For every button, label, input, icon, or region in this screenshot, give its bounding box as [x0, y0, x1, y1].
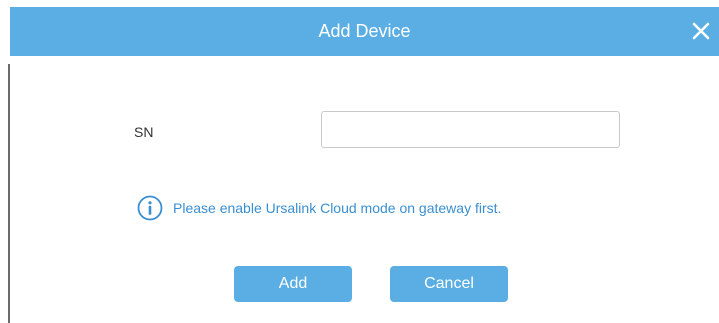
dialog-titlebar: Add Device — [10, 7, 719, 56]
close-icon — [692, 22, 710, 40]
cancel-button[interactable]: Cancel — [390, 266, 508, 302]
add-button[interactable]: Add — [234, 266, 352, 302]
hint-message: Please enable Ursalink Cloud mode on gat… — [137, 195, 501, 221]
sn-input[interactable] — [321, 111, 620, 148]
info-icon — [137, 195, 163, 221]
dialog-title: Add Device — [318, 21, 411, 41]
dialog-border — [8, 64, 10, 323]
add-device-dialog: Add Device SN Please enable Ursalink Clo… — [0, 0, 719, 323]
close-button[interactable] — [689, 19, 713, 43]
sn-label: SN — [134, 124, 154, 140]
hint-text: Please enable Ursalink Cloud mode on gat… — [173, 200, 502, 216]
